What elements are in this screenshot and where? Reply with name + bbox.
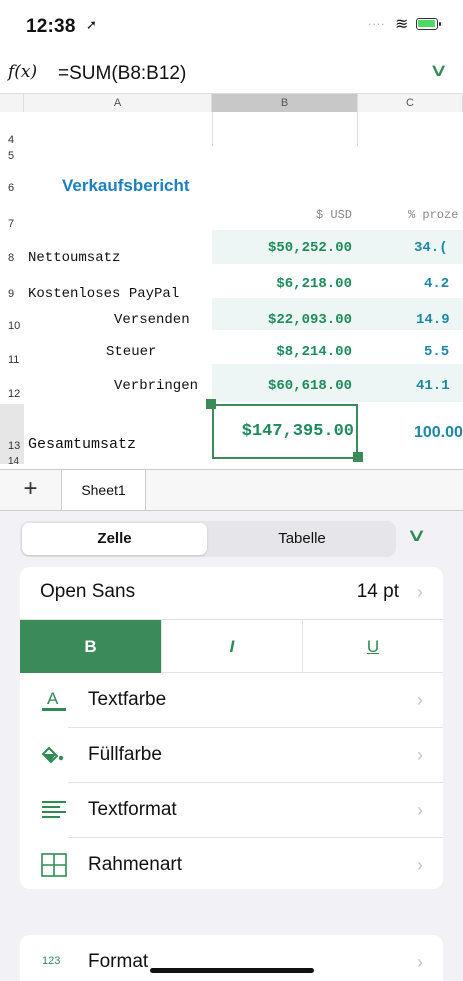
italic-button[interactable]: I [161,620,302,673]
number-format-icon: 123 [42,955,61,967]
column-c-header-cell[interactable]: % proze [408,208,458,222]
row-header[interactable]: 7 [0,218,24,230]
row-header[interactable]: 6 [0,182,24,194]
row-header[interactable]: 11 [0,354,24,366]
total-percent-cell[interactable]: 100.00 [414,424,463,442]
sheet-tab-bar: + Sheet1 [0,469,463,511]
column-header-a[interactable]: A [24,94,212,112]
format-label: Format [88,951,149,972]
label-cell[interactable]: Verbringen [114,378,198,394]
tab-table[interactable]: Tabelle [210,523,394,555]
row-header[interactable]: 4 [0,134,24,146]
fx-icon[interactable]: f(x) [8,62,37,82]
chevron-right-icon: › [417,690,423,710]
selection-handle-top[interactable] [206,399,216,409]
format-panel: Zelle Tabelle ∨ Open Sans 14 pt › B I U … [0,511,463,981]
row-header[interactable]: 5 [0,150,24,162]
label-cell[interactable]: Steuer [106,344,156,360]
notch [103,0,360,34]
status-bar: 12:38 ➚ .... ≋ [0,0,463,52]
row-header[interactable]: 13 [0,440,24,452]
chevron-right-icon: › [417,745,423,765]
percent-cell[interactable]: 14.9 [416,312,450,328]
cell-selection[interactable] [212,404,358,459]
underline-button[interactable]: U [302,620,443,673]
font-row[interactable]: Open Sans 14 pt › [20,567,443,619]
signal-icon: .... [368,14,386,28]
column-header-c[interactable]: C [358,94,463,112]
fill-color-label: Füllfarbe [88,744,162,765]
column-header-b[interactable]: B [212,94,358,112]
column-b-header-cell[interactable]: $ USD [212,208,352,222]
bold-button[interactable]: B [20,620,161,673]
add-sheet-button[interactable]: + [0,470,62,510]
chevron-right-icon: › [417,800,423,820]
svg-text:A: A [47,689,59,708]
chevron-right-icon: › [417,582,423,602]
total-label-cell[interactable]: Gesamtumsatz [28,436,136,453]
battery-icon [416,18,441,30]
label-cell[interactable]: Nettoumsatz [28,250,120,266]
tab-cell[interactable]: Zelle [22,523,207,555]
text-color-icon: A [42,689,66,711]
row-header[interactable]: 9 [0,288,24,300]
border-grid-icon [41,853,67,877]
chevron-right-icon: › [417,952,423,972]
value-cell[interactable]: $60,618.00 [212,378,352,394]
label-cell[interactable]: Kostenloses PayPal [28,286,179,302]
home-indicator[interactable] [150,968,314,973]
selection-handle-bottom[interactable] [353,452,363,462]
text-style-row: B I U [20,619,443,673]
segmented-control: Zelle Tabelle [20,521,396,557]
row-header[interactable]: 12 [0,388,24,400]
text-color-label: Textfarbe [88,689,167,710]
status-time: 12:38 [26,16,76,37]
formula-input[interactable]: =SUM(B8:B12) [58,63,186,85]
row-header[interactable]: 10 [0,320,24,332]
font-name: Open Sans [40,581,136,602]
location-icon: ➚ [86,17,97,32]
tab-sheet1[interactable]: Sheet1 [62,470,146,510]
formula-bar[interactable]: f(x) =SUM(B8:B12) ∨ [0,52,463,94]
fill-bucket-icon [41,746,64,764]
percent-cell[interactable]: 5.5 [424,344,449,360]
report-title[interactable]: Verkaufsbericht [62,176,190,196]
percent-cell[interactable]: 41.1 [416,378,450,394]
text-format-label: Textformat [88,799,177,820]
label-cell[interactable]: Versenden [114,312,190,328]
number-format-row[interactable]: 123 Format › [20,935,443,981]
chevron-down-icon[interactable]: ∨ [429,60,449,81]
percent-cell[interactable]: 4.2 [424,276,449,292]
value-cell[interactable]: $6,218.00 [212,276,352,292]
text-color-row[interactable]: A Textfarbe › [20,673,443,727]
text-format-row[interactable]: Textformat › [20,783,443,837]
spreadsheet-grid[interactable]: 4 5 6 7 8 9 10 11 12 13 14 Verkaufsberic… [0,112,463,469]
font-size: 14 pt [356,581,399,602]
row-header[interactable]: 14 [0,456,24,467]
chevron-right-icon: › [417,855,423,875]
border-style-label: Rahmenart [88,854,182,875]
corner-header[interactable] [0,94,24,112]
percent-cell[interactable]: 34.( [414,240,448,256]
wifi-icon: ≋ [395,16,409,33]
row-header[interactable]: 8 [0,252,24,264]
value-cell[interactable]: $22,093.00 [212,312,352,328]
fill-color-row[interactable]: Füllfarbe › [20,728,443,782]
border-style-row[interactable]: Rahmenart › [20,838,443,889]
format-options-card: Open Sans 14 pt › B I U A Textfarbe › Fü… [20,567,443,889]
value-cell[interactable]: $50,252.00 [212,240,352,256]
value-cell[interactable]: $8,214.00 [212,344,352,360]
collapse-chevron-icon[interactable]: ∨ [406,525,427,546]
text-align-icon [42,801,66,818]
